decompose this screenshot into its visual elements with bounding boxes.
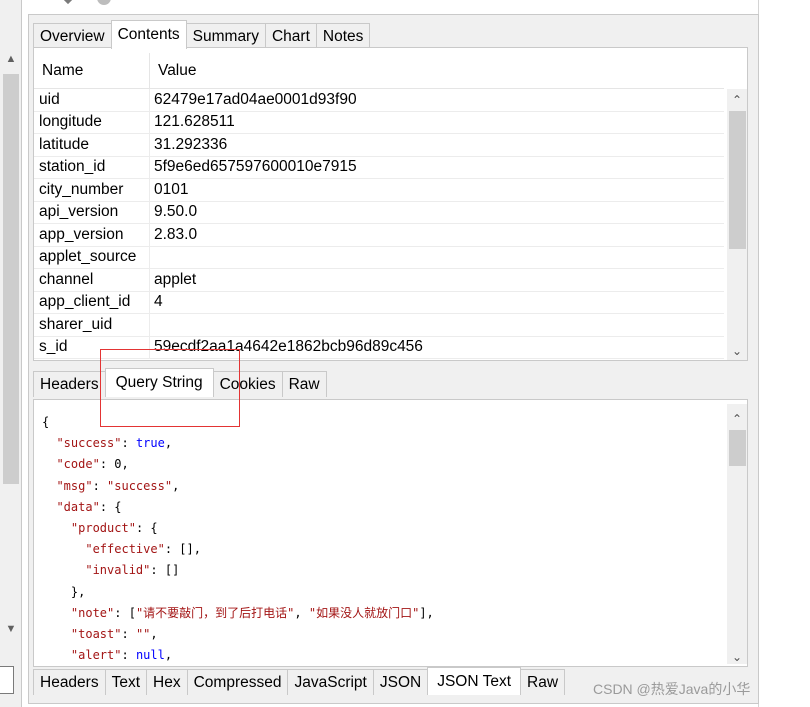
table-row[interactable]: longitude 121.628511 bbox=[34, 111, 724, 134]
arrow-up-icon[interactable]: ⌃ bbox=[727, 410, 747, 428]
param-name: station_id bbox=[34, 156, 150, 178]
settings-icon[interactable] bbox=[96, 0, 112, 8]
right-margin bbox=[758, 0, 810, 707]
param-value: 5f9e6ed657597600010e7915 bbox=[154, 158, 357, 176]
tab-cookies[interactable]: Cookies bbox=[212, 371, 283, 397]
query-string-grid: Name Value uid 62479e17ad04ae0001d93f90 lo… bbox=[33, 47, 748, 361]
tab-raw[interactable]: Raw bbox=[520, 669, 566, 695]
table-row[interactable]: sharer_uid bbox=[34, 314, 724, 337]
table-row[interactable]: api_version 9.50.0 bbox=[34, 201, 724, 224]
param-value bbox=[150, 247, 724, 269]
param-name: channel bbox=[34, 269, 150, 291]
arrow-up-icon[interactable]: ⌃ bbox=[727, 91, 747, 109]
json-text-content: { "success": true, "code": 0, "msg": "su… bbox=[42, 412, 434, 666]
table-row[interactable]: app_version 2.83.0 bbox=[34, 224, 724, 247]
table-row[interactable]: city_number 0101 bbox=[34, 179, 724, 202]
param-value bbox=[150, 314, 724, 336]
toolbar bbox=[0, 0, 760, 14]
grid-rows: uid 62479e17ad04ae0001d93f90 longitude 121.… bbox=[34, 89, 724, 359]
table-row[interactable]: s_id 59ecdf2aa1a4642e1862bcb96d89c456 bbox=[34, 336, 724, 359]
tab-headers[interactable]: Headers bbox=[33, 371, 106, 397]
table-row[interactable]: latitude 31.292336 bbox=[34, 134, 724, 157]
param-value: 62479e17ad04ae0001d93f90 bbox=[154, 90, 357, 108]
tab-overview[interactable]: Overview bbox=[33, 23, 112, 49]
left-pane-scroll-thumb[interactable] bbox=[3, 74, 19, 484]
tab-query-string[interactable]: Query String bbox=[104, 368, 214, 397]
tab-text[interactable]: Text bbox=[104, 669, 148, 695]
top-tab-bar: Overview Contents Summary Chart Notes bbox=[33, 20, 371, 49]
json-scroll-thumb[interactable] bbox=[729, 430, 746, 466]
param-name: app_version bbox=[34, 224, 150, 246]
table-row[interactable]: station_id 5f9e6ed657597600010e7915 bbox=[34, 156, 724, 179]
grid-header: Name Value bbox=[34, 53, 724, 89]
column-header-name[interactable]: Name bbox=[34, 53, 150, 89]
left-pane-input[interactable] bbox=[0, 666, 14, 694]
param-name: sharer_uid bbox=[34, 314, 150, 336]
json-line: "code": 0, bbox=[56, 457, 129, 472]
param-name: latitude bbox=[34, 134, 150, 156]
json-line: "effective": [], bbox=[85, 542, 201, 557]
param-value: 9.50.0 bbox=[154, 203, 198, 221]
arrow-down-icon[interactable]: ⌄ bbox=[727, 342, 747, 360]
param-name: city_number bbox=[34, 179, 150, 201]
json-line: "alert": null, bbox=[70, 648, 173, 663]
column-header-value[interactable]: Value bbox=[150, 53, 724, 89]
tab-contents[interactable]: Contents bbox=[110, 20, 187, 49]
tab-headers[interactable]: Headers bbox=[33, 669, 106, 695]
param-value: 4 bbox=[154, 293, 163, 311]
tab-javascript[interactable]: JavaScript bbox=[287, 669, 374, 695]
param-value: 2.83.0 bbox=[154, 225, 198, 243]
table-row[interactable]: uid 62479e17ad04ae0001d93f90 bbox=[34, 89, 724, 112]
tab-json[interactable]: JSON bbox=[372, 669, 429, 695]
param-value: 121.628511 bbox=[154, 113, 235, 131]
left-pane-scrollbar[interactable]: ▲ ▼ bbox=[2, 46, 20, 652]
json-line: "data": { bbox=[56, 499, 122, 514]
tab-notes[interactable]: Notes bbox=[315, 23, 371, 49]
json-line: "product": { bbox=[70, 521, 158, 536]
json-line: "invalid": [] bbox=[85, 563, 180, 578]
json-scrollbar[interactable]: ⌃ ⌄ bbox=[727, 404, 747, 664]
param-name: longitude bbox=[34, 111, 150, 133]
param-value: 0101 bbox=[154, 180, 189, 198]
arrow-down-icon[interactable]: ▼ bbox=[2, 620, 20, 638]
tab-chart[interactable]: Chart bbox=[264, 23, 317, 49]
json-line: "msg": "success", bbox=[56, 478, 180, 493]
param-value: applet bbox=[154, 270, 197, 288]
table-row[interactable]: applet_source bbox=[34, 246, 724, 269]
arrow-down-icon[interactable]: ⌄ bbox=[727, 648, 747, 666]
grid-scrollbar[interactable]: ⌃ ⌄ bbox=[727, 89, 747, 360]
param-name: s_id bbox=[34, 336, 150, 358]
json-line: { bbox=[42, 415, 50, 429]
param-name: uid bbox=[34, 89, 150, 111]
left-pane: ▲ ▼ bbox=[0, 0, 22, 707]
tab-hex[interactable]: Hex bbox=[146, 669, 188, 695]
tool-icon[interactable] bbox=[60, 0, 76, 8]
param-value: 59ecdf2aa1a4642e1862bcb96d89c456 bbox=[154, 338, 423, 356]
json-line: "success": true, bbox=[56, 436, 173, 451]
arrow-up-icon[interactable]: ▲ bbox=[2, 50, 20, 68]
json-text-view[interactable]: { "success": true, "code": 0, "msg": "su… bbox=[33, 399, 748, 667]
table-row[interactable]: channel applet bbox=[34, 269, 724, 292]
tab-raw[interactable]: Raw bbox=[281, 371, 327, 397]
tab-json-text[interactable]: JSON Text bbox=[427, 667, 521, 695]
response-tab-bar: Headers Text Hex Compressed JavaScript J… bbox=[33, 667, 566, 695]
json-line: "toast": "", bbox=[70, 627, 158, 642]
tab-summary[interactable]: Summary bbox=[185, 23, 266, 49]
table-row[interactable]: app_client_id 4 bbox=[34, 291, 724, 314]
json-line: "note": ["请不要敲门，到了后打电话", "如果没人就放门口"], bbox=[70, 605, 434, 620]
param-name: api_version bbox=[34, 201, 150, 223]
grid-scroll-thumb[interactable] bbox=[729, 111, 746, 249]
param-value: 31.292336 bbox=[154, 135, 228, 153]
param-name: app_client_id bbox=[34, 291, 150, 313]
param-name: applet_source bbox=[34, 246, 150, 268]
request-tab-bar: Headers Query String Cookies Raw bbox=[33, 365, 327, 397]
json-line: }, bbox=[42, 584, 86, 599]
tab-compressed[interactable]: Compressed bbox=[186, 669, 289, 695]
watermark: CSDN @热爱Java的小华 bbox=[593, 681, 751, 697]
